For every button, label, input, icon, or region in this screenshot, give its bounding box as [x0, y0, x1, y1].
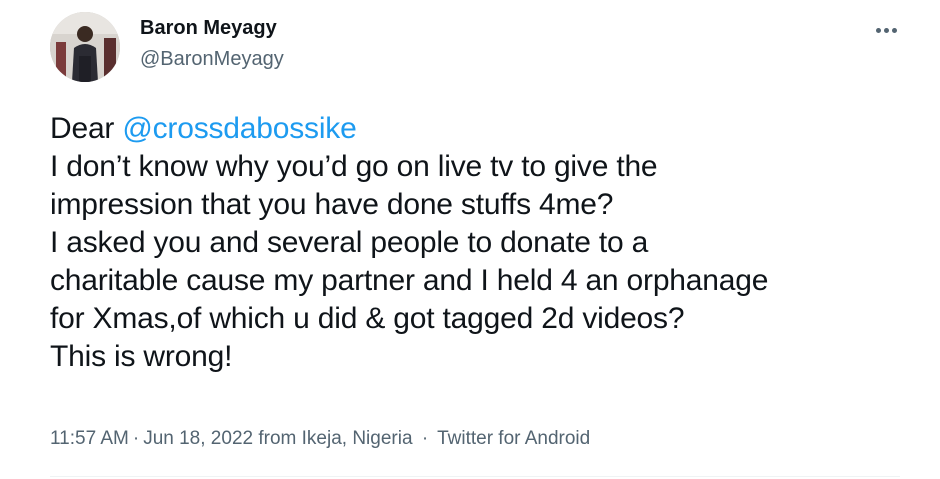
separator: · [132, 428, 140, 449]
tweet-line: charitable cause my partner and I held 4… [50, 264, 769, 297]
tweet-line: Dear @crossdabossike [50, 110, 910, 148]
tweet-line: I don’t know why you’d go on live tv to … [50, 150, 658, 183]
from-label: from [258, 428, 297, 449]
tweet-greeting: Dear [50, 112, 123, 145]
avatar[interactable] [50, 12, 120, 82]
tweet: Baron Meyagy @BaronMeyagy Dear @crossdab… [0, 0, 940, 479]
mention-link[interactable]: @crossdabossike [122, 112, 356, 145]
tweet-line: for Xmas,of which u did & got tagged 2d … [50, 302, 685, 335]
more-dot-icon [891, 27, 897, 33]
author-block: Baron Meyagy @BaronMeyagy [140, 14, 284, 74]
separator: · [421, 428, 429, 449]
tweet-date: Jun 18, 2022 [143, 428, 254, 449]
location-link[interactable]: Ikeja, Nigeria [302, 428, 413, 449]
avatar-photo [50, 12, 120, 82]
author-display-name[interactable]: Baron Meyagy [140, 14, 284, 42]
tweet-line: impression that you have done stuffs 4me… [50, 188, 614, 221]
more-options-button[interactable] [866, 18, 906, 42]
tweet-line: I asked you and several people to donate… [50, 226, 649, 259]
timestamp-link[interactable]: 11:57 AM · Jun 18, 2022 [50, 428, 253, 449]
more-dot-icon [883, 27, 889, 33]
divider [50, 476, 900, 477]
more-dot-icon [875, 27, 881, 33]
author-handle[interactable]: @BaronMeyagy [140, 44, 284, 74]
source-link[interactable]: Twitter for Android [437, 428, 590, 449]
tweet-time: 11:57 AM [50, 428, 129, 449]
tweet-metadata: 11:57 AM · Jun 18, 2022 from Ikeja, Nigeri… [50, 428, 590, 450]
tweet-line: This is wrong! [50, 340, 233, 373]
tweet-text: Dear @crossdabossike I don’t know why yo… [50, 110, 910, 376]
